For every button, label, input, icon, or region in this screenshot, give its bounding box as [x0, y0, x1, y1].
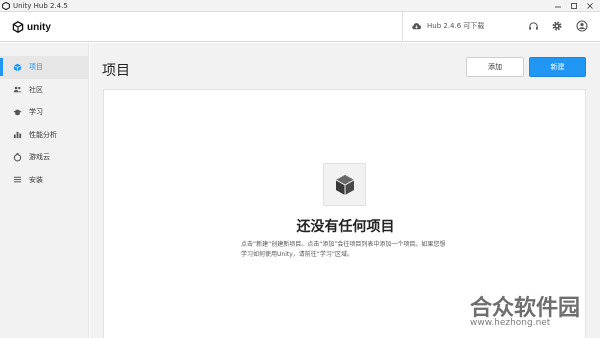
bar-chart-icon — [12, 130, 22, 140]
graduation-cap-icon — [12, 107, 22, 117]
page-title: 项目 — [102, 63, 130, 79]
minimize-icon[interactable] — [550, 0, 566, 12]
sidebar-item-label: 游戏云 — [29, 153, 50, 162]
update-available-button[interactable]: Hub 2.4.6 可下载 — [411, 21, 484, 31]
sidebar-item-label: 学习 — [29, 108, 43, 117]
sidebar-item-installs[interactable]: 安装 — [0, 169, 88, 192]
unity-app-icon — [2, 1, 10, 10]
list-icon — [12, 175, 22, 185]
sidebar-item-projects[interactable]: 项目 — [0, 56, 88, 79]
account-icon[interactable] — [575, 19, 589, 33]
sidebar-item-analytics[interactable]: 性能分析 — [0, 124, 88, 147]
sidebar-item-label: 社区 — [29, 85, 43, 94]
sidebar-item-community[interactable]: 社区 — [0, 79, 88, 102]
update-label: Hub 2.4.6 可下载 — [427, 22, 485, 30]
empty-state-title: 还没有任何项目 — [296, 219, 395, 235]
sidebar-item-game-cloud[interactable]: 游戏云 — [0, 146, 88, 169]
sidebar-item-learn[interactable]: 学习 — [0, 101, 88, 124]
unity-logo-icon — [12, 21, 24, 33]
new-project-button[interactable]: 新建 — [529, 57, 586, 77]
window-controls — [550, 0, 598, 12]
sidebar-item-label: 项目 — [29, 63, 43, 72]
gear-icon[interactable] — [550, 19, 564, 33]
people-icon — [12, 85, 22, 95]
cube-icon — [335, 174, 354, 195]
empty-state-description: 点击“新建”创建新项目。点击“添加”会往项目列表中添加一个项目。如果您想学习如何… — [241, 241, 446, 258]
headset-icon[interactable] — [526, 19, 540, 33]
sidebar: 项目 社区 学习 性能分析 游戏云 安装 — [0, 43, 89, 338]
watermark-url: www.hezhong.net — [470, 318, 551, 328]
unity-logo-text: unity — [27, 21, 51, 33]
cube-icon — [12, 62, 22, 72]
window-title: Unity Hub 2.4.5 — [13, 1, 68, 10]
cloud-icon — [12, 152, 22, 162]
sidebar-item-label: 安装 — [29, 175, 43, 184]
app-header: unity Hub 2.4.6 可下载 — [0, 12, 600, 42]
close-icon[interactable] — [582, 0, 598, 12]
maximize-icon[interactable] — [566, 0, 582, 12]
unity-logo: unity — [12, 21, 51, 33]
header-divider — [402, 12, 403, 42]
sidebar-item-label: 性能分析 — [29, 130, 57, 139]
empty-state-illustration — [323, 163, 366, 206]
watermark: 合众软件园 www.hezhong.net — [470, 290, 600, 338]
cloud-download-icon — [412, 23, 422, 30]
window-titlebar: Unity Hub 2.4.5 — [0, 0, 600, 12]
add-project-button[interactable]: 添加 — [466, 57, 524, 77]
